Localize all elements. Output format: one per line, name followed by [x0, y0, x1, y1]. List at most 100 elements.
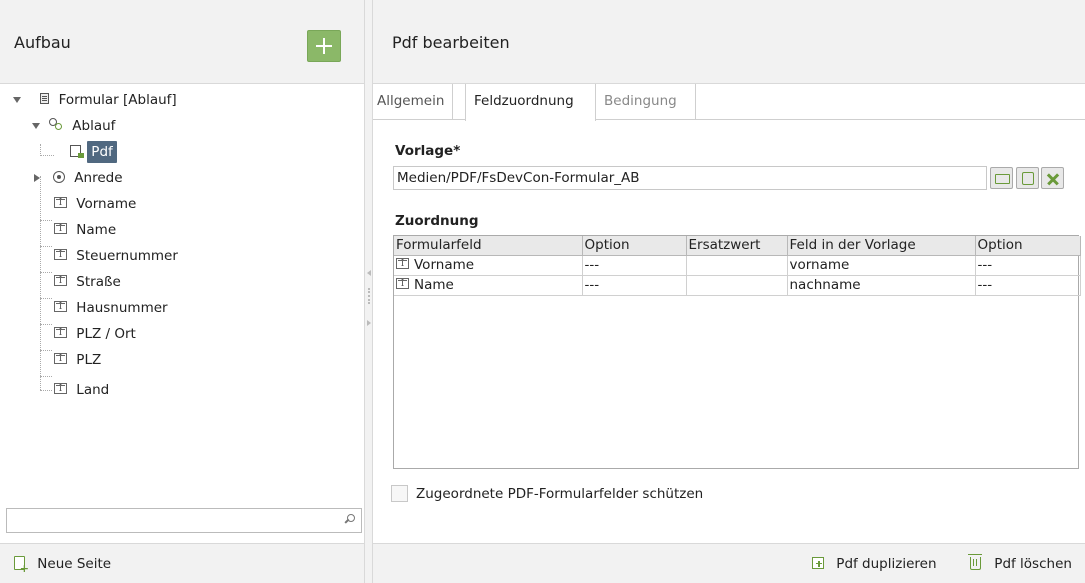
cell-text: Vorname	[414, 256, 475, 273]
collapse-left-icon[interactable]	[367, 270, 371, 276]
panel-splitter[interactable]	[364, 0, 373, 583]
new-page-button[interactable]: Neue Seite	[14, 554, 111, 576]
table-cell[interactable]: Name	[394, 275, 583, 296]
tree-connector	[40, 272, 52, 273]
expand-toggle-icon[interactable]	[12, 89, 22, 111]
expand-toggle-icon[interactable]	[31, 167, 41, 189]
cell-text: Name	[414, 276, 454, 293]
vorlage-field[interactable]: Medien/PDF/FsDevCon-Formular_AB	[393, 166, 987, 190]
tree-item-label: Pdf	[87, 141, 117, 163]
structure-tree: Formular [Ablauf] Ablauf Pdf Anrede Vorn…	[0, 88, 364, 498]
tree-item-formular[interactable]: Formular [Ablauf]	[12, 89, 177, 111]
tree-connector	[40, 390, 52, 391]
tree-item-field[interactable]: PLZ / Ort	[54, 323, 136, 345]
tree-connector	[40, 376, 52, 377]
tab-allgemein[interactable]: Allgemein	[377, 84, 454, 120]
text-field-icon	[54, 297, 67, 317]
tree-item-field[interactable]: Land	[54, 379, 109, 401]
new-page-icon	[14, 555, 29, 574]
protect-fields-option[interactable]: Zugeordnete PDF-Formularfelder schützen	[391, 484, 704, 505]
tree-item-label: Name	[76, 222, 117, 238]
tree-item-label: Anrede	[74, 170, 123, 186]
column-header[interactable]: Option	[582, 236, 687, 256]
table-cell[interactable]: ---	[582, 255, 687, 276]
column-header[interactable]: Feld in der Vorlage	[787, 236, 976, 256]
table-cell[interactable]: ---	[975, 255, 1081, 276]
structure-footer: Neue Seite	[0, 543, 364, 583]
gears-icon	[49, 117, 63, 131]
trash-icon	[968, 553, 982, 570]
text-field-icon	[396, 275, 409, 294]
tree-item-label: PLZ	[76, 352, 102, 368]
new-page-label: Neue Seite	[37, 556, 112, 572]
delete-pdf-button[interactable]: Pdf löschen	[968, 553, 1072, 576]
open-template-button[interactable]	[990, 167, 1013, 189]
structure-panel: Aufbau Formular [Ablauf] Ablauf Pdf Anre…	[0, 0, 364, 583]
table-row[interactable]: Vorname --- vorname ---	[394, 255, 1081, 276]
clear-template-button[interactable]	[1041, 167, 1064, 189]
text-field-icon	[54, 245, 67, 265]
tree-connector	[40, 350, 52, 351]
tree-item-label: Formular [Ablauf]	[58, 92, 177, 108]
table-cell[interactable]: ---	[582, 275, 687, 296]
tree-connector	[40, 220, 52, 221]
structure-header: Aufbau	[0, 0, 364, 84]
splitter-grip-icon[interactable]	[368, 288, 370, 304]
edit-footer: Pdf duplizieren Pdf löschen	[373, 543, 1085, 583]
column-header[interactable]: Formularfeld	[394, 236, 583, 256]
edit-template-button[interactable]	[1016, 167, 1039, 189]
tab-bar: Allgemein Feldzuordnung Bedingung	[373, 84, 1085, 121]
table-row[interactable]: Name --- nachname ---	[394, 275, 1081, 296]
protect-fields-label: Zugeordnete PDF-Formularfelder schützen	[416, 486, 704, 502]
duplicate-label: Pdf duplizieren	[836, 556, 937, 572]
tree-connector	[40, 246, 52, 247]
tree-connector	[40, 176, 41, 390]
text-field-icon	[54, 349, 67, 369]
column-header[interactable]: Option	[975, 236, 1081, 256]
table-cell[interactable]: Vorname	[394, 255, 583, 276]
radio-icon	[53, 170, 65, 183]
table-cell[interactable]: nachname	[787, 275, 976, 296]
tree-connector	[40, 155, 54, 156]
text-field-icon	[396, 255, 409, 274]
tree-item-field[interactable]: Name	[54, 219, 116, 241]
structure-title: Aufbau	[14, 33, 71, 52]
tree-item-label: Hausnummer	[76, 300, 168, 316]
expand-toggle-icon[interactable]	[31, 115, 41, 137]
protect-fields-checkbox[interactable]	[391, 484, 408, 502]
tab-feldzuordnung[interactable]: Feldzuordnung	[465, 84, 596, 121]
edit-title: Pdf bearbeiten	[392, 33, 510, 52]
tree-item-pdf[interactable]: Pdf	[70, 141, 117, 163]
tab-bedingung[interactable]: Bedingung	[596, 84, 696, 120]
duplicate-pdf-button[interactable]: Pdf duplizieren	[812, 554, 937, 576]
table-header-row: Formularfeld Option Ersatzwert Feld in d…	[394, 236, 1081, 256]
search-icon[interactable]	[344, 514, 355, 525]
table-cell[interactable]	[686, 255, 788, 276]
table-cell[interactable]: ---	[975, 275, 1081, 296]
text-field-icon	[54, 193, 67, 213]
tree-item-field[interactable]: Hausnummer	[54, 297, 168, 319]
tree-search-input[interactable]	[6, 508, 362, 533]
text-field-icon	[54, 323, 67, 343]
text-field-icon	[54, 271, 67, 291]
tree-item-field[interactable]: Steuernummer	[54, 245, 178, 267]
tree-connector	[40, 298, 52, 299]
tree-connector	[40, 324, 52, 325]
tree-item-field[interactable]: Straße	[54, 271, 121, 293]
column-header[interactable]: Ersatzwert	[686, 236, 788, 256]
tree-item-field[interactable]: PLZ	[54, 349, 101, 371]
form-icon	[40, 93, 50, 104]
tree-item-label: Straße	[76, 274, 121, 290]
collapse-right-icon[interactable]	[367, 320, 371, 326]
tree-item-label: Ablauf	[72, 118, 116, 134]
text-field-icon	[54, 379, 67, 399]
tree-item-field[interactable]: Vorname	[54, 193, 136, 215]
pdf-page-icon	[70, 144, 84, 158]
table-cell[interactable]	[686, 275, 788, 296]
tree-item-label: Vorname	[76, 196, 137, 212]
table-cell[interactable]: vorname	[787, 255, 976, 276]
edit-header: Pdf bearbeiten	[373, 0, 1085, 84]
add-element-button[interactable]	[307, 30, 341, 62]
tree-item-ablauf[interactable]: Ablauf	[31, 115, 115, 137]
tree-item-anrede[interactable]: Anrede	[31, 167, 123, 189]
